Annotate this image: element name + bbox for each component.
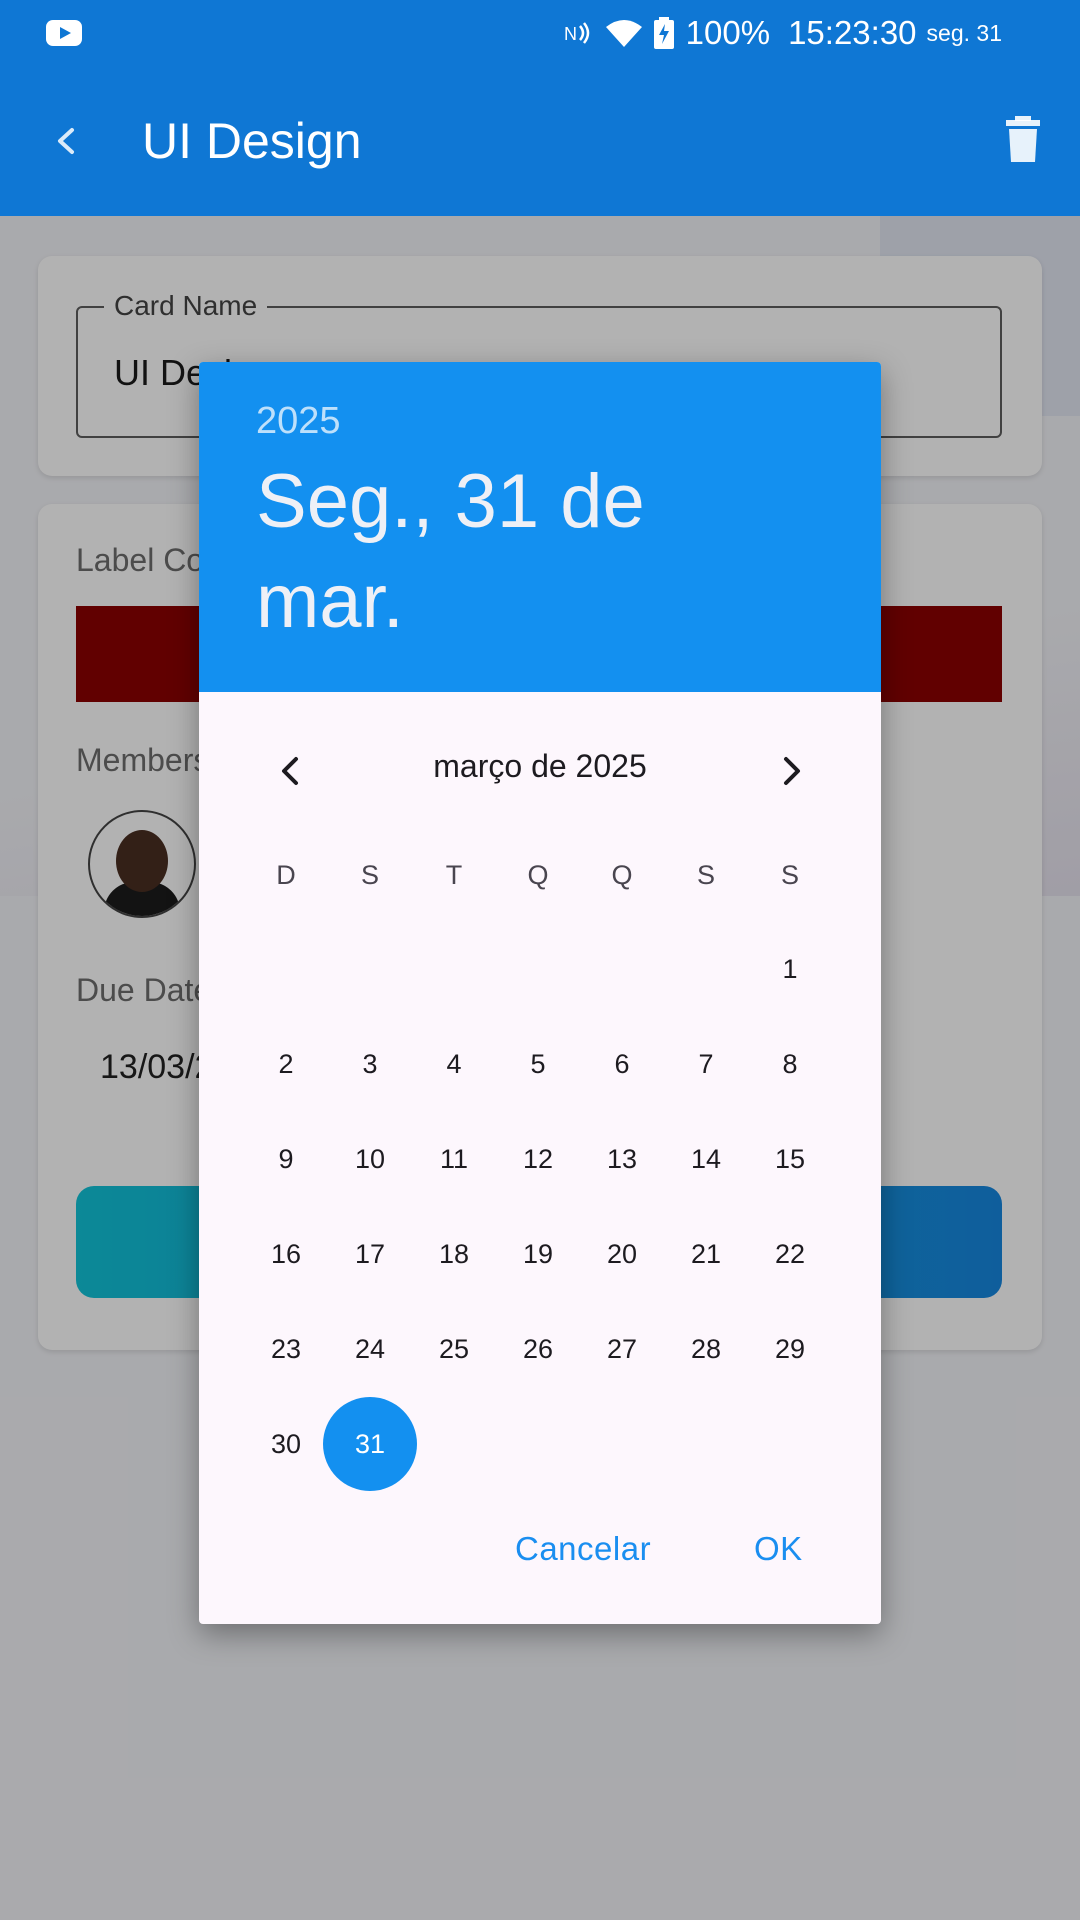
calendar-day[interactable]: 10 bbox=[328, 1112, 412, 1207]
chevron-right-icon[interactable] bbox=[769, 749, 813, 793]
calendar-day-number: 15 bbox=[774, 1144, 806, 1174]
weekday-label: Q bbox=[611, 860, 633, 890]
clock: 15:23:30 bbox=[788, 14, 917, 51]
calendar-day-number: 14 bbox=[690, 1144, 722, 1174]
calendar-day[interactable]: 27 bbox=[580, 1302, 664, 1397]
calendar-day-number: 8 bbox=[782, 1049, 798, 1079]
calendar-day[interactable]: 6 bbox=[580, 1017, 664, 1112]
calendar-day[interactable]: 15 bbox=[748, 1112, 832, 1207]
calendar-day-number: 27 bbox=[606, 1334, 638, 1364]
calendar-day-number: 30 bbox=[270, 1429, 302, 1459]
month-navigation: março de 2025 bbox=[199, 692, 881, 852]
calendar-day[interactable]: 20 bbox=[580, 1207, 664, 1302]
calendar-day-number: 24 bbox=[354, 1334, 386, 1364]
calendar-day-number: 11 bbox=[439, 1144, 469, 1174]
battery-percent: 100% bbox=[685, 14, 771, 51]
calendar-day-number: 20 bbox=[606, 1239, 638, 1269]
status-bar: N 100% 15:23:30 seg. 31 bbox=[0, 0, 1080, 66]
calendar-day[interactable]: 30 bbox=[244, 1397, 328, 1492]
calendar-day-number: 18 bbox=[438, 1239, 470, 1269]
cancel-button[interactable]: Cancelar bbox=[515, 1530, 651, 1568]
calendar-day-number: 19 bbox=[522, 1239, 554, 1269]
status-date: seg. 31 bbox=[926, 19, 1002, 46]
dialog-actions: Cancelar OK bbox=[199, 1522, 881, 1602]
calendar-day-number: 3 bbox=[362, 1049, 378, 1079]
weekday-label: T bbox=[445, 860, 463, 890]
calendar-day[interactable]: 29 bbox=[748, 1302, 832, 1397]
calendar-day[interactable]: 23 bbox=[244, 1302, 328, 1397]
selected-date: Seg., 31 de mar. bbox=[256, 459, 645, 644]
back-arrow-icon[interactable] bbox=[40, 116, 90, 166]
calendar-day[interactable]: 14 bbox=[664, 1112, 748, 1207]
date-picker-header: 2025 Seg., 31 de mar. bbox=[199, 362, 881, 692]
calendar-day-number: 13 bbox=[606, 1144, 638, 1174]
calendar-day-number: 5 bbox=[530, 1049, 546, 1079]
calendar-day-number: 12 bbox=[522, 1144, 554, 1174]
battery-charging-icon bbox=[653, 17, 674, 49]
calendar-day-number: 6 bbox=[614, 1049, 630, 1079]
calendar-day-number: 23 bbox=[270, 1334, 302, 1364]
calendar-grid: 1 2 3 4 5 6 7 8 9 10 11 12 13 14 15 16 17 18 19 20 21 22 23 24 2… bbox=[244, 922, 832, 1491]
weekday-label: S bbox=[780, 860, 799, 890]
calendar-day-number: 28 bbox=[690, 1334, 722, 1364]
calendar-day[interactable]: 8 bbox=[748, 1017, 832, 1112]
page-title: UI Design bbox=[142, 113, 362, 169]
calendar-day[interactable]: 9 bbox=[244, 1112, 328, 1207]
calendar-day[interactable]: 12 bbox=[496, 1112, 580, 1207]
calendar-day[interactable]: 17 bbox=[328, 1207, 412, 1302]
calendar-day[interactable]: 1 bbox=[748, 922, 832, 1017]
calendar-day[interactable]: 4 bbox=[412, 1017, 496, 1112]
calendar-day[interactable]: 25 bbox=[412, 1302, 496, 1397]
calendar-day-number: 2 bbox=[278, 1049, 294, 1079]
calendar-day[interactable]: 7 bbox=[664, 1017, 748, 1112]
calendar-day-number: 4 bbox=[446, 1049, 462, 1079]
trash-icon[interactable] bbox=[1004, 116, 1042, 162]
calendar-day[interactable]: 26 bbox=[496, 1302, 580, 1397]
calendar-day-number: 22 bbox=[774, 1239, 806, 1269]
status-bar-right: N 100% 15:23:30 seg. 31 bbox=[564, 0, 1002, 66]
ok-button[interactable]: OK bbox=[754, 1530, 803, 1568]
calendar-day[interactable]: 22 bbox=[748, 1207, 832, 1302]
calendar-day[interactable]: 13 bbox=[580, 1112, 664, 1207]
calendar-day[interactable]: 21 bbox=[664, 1207, 748, 1302]
calendar-day[interactable]: 2 bbox=[244, 1017, 328, 1112]
svg-text:N: N bbox=[564, 24, 577, 44]
calendar-day-number: 16 bbox=[270, 1239, 302, 1269]
weekday-header: DSTQQSS bbox=[244, 860, 832, 900]
calendar-day[interactable]: 11 bbox=[412, 1112, 496, 1207]
calendar-day-number: 21 bbox=[690, 1239, 722, 1269]
selected-year[interactable]: 2025 bbox=[256, 400, 341, 443]
calendar-day-number: 29 bbox=[774, 1334, 806, 1364]
calendar-day-number: 26 bbox=[522, 1334, 554, 1364]
calendar-day[interactable]: 5 bbox=[496, 1017, 580, 1112]
youtube-icon bbox=[46, 20, 82, 46]
date-picker-dialog: 2025 Seg., 31 de mar. março de 2025 DSTQ… bbox=[199, 362, 881, 1624]
calendar-day[interactable]: 3 bbox=[328, 1017, 412, 1112]
app-bar: UI Design bbox=[0, 66, 1080, 216]
calendar-day-number: 31 bbox=[354, 1429, 386, 1459]
calendar-day[interactable]: 24 bbox=[328, 1302, 412, 1397]
calendar-day-number: 25 bbox=[438, 1334, 470, 1364]
nfc-icon: N bbox=[564, 22, 589, 44]
calendar-day[interactable]: 28 bbox=[664, 1302, 748, 1397]
weekday-label: S bbox=[696, 860, 715, 890]
calendar-day[interactable]: 19 bbox=[496, 1207, 580, 1302]
weekday-label: S bbox=[360, 860, 379, 890]
wifi-icon bbox=[605, 20, 642, 47]
weekday-label: Q bbox=[527, 860, 549, 890]
weekday-label: D bbox=[276, 860, 296, 890]
calendar-day-number: 17 bbox=[354, 1239, 386, 1269]
calendar-day-number: 10 bbox=[354, 1144, 386, 1174]
calendar-day[interactable]: 16 bbox=[244, 1207, 328, 1302]
calendar-day[interactable]: 18 bbox=[412, 1207, 496, 1302]
calendar-day-selected[interactable]: 31 bbox=[323, 1397, 417, 1492]
calendar-day-number: 7 bbox=[698, 1049, 714, 1079]
calendar-day-number: 1 bbox=[782, 954, 798, 984]
calendar-day-number: 9 bbox=[278, 1144, 294, 1174]
